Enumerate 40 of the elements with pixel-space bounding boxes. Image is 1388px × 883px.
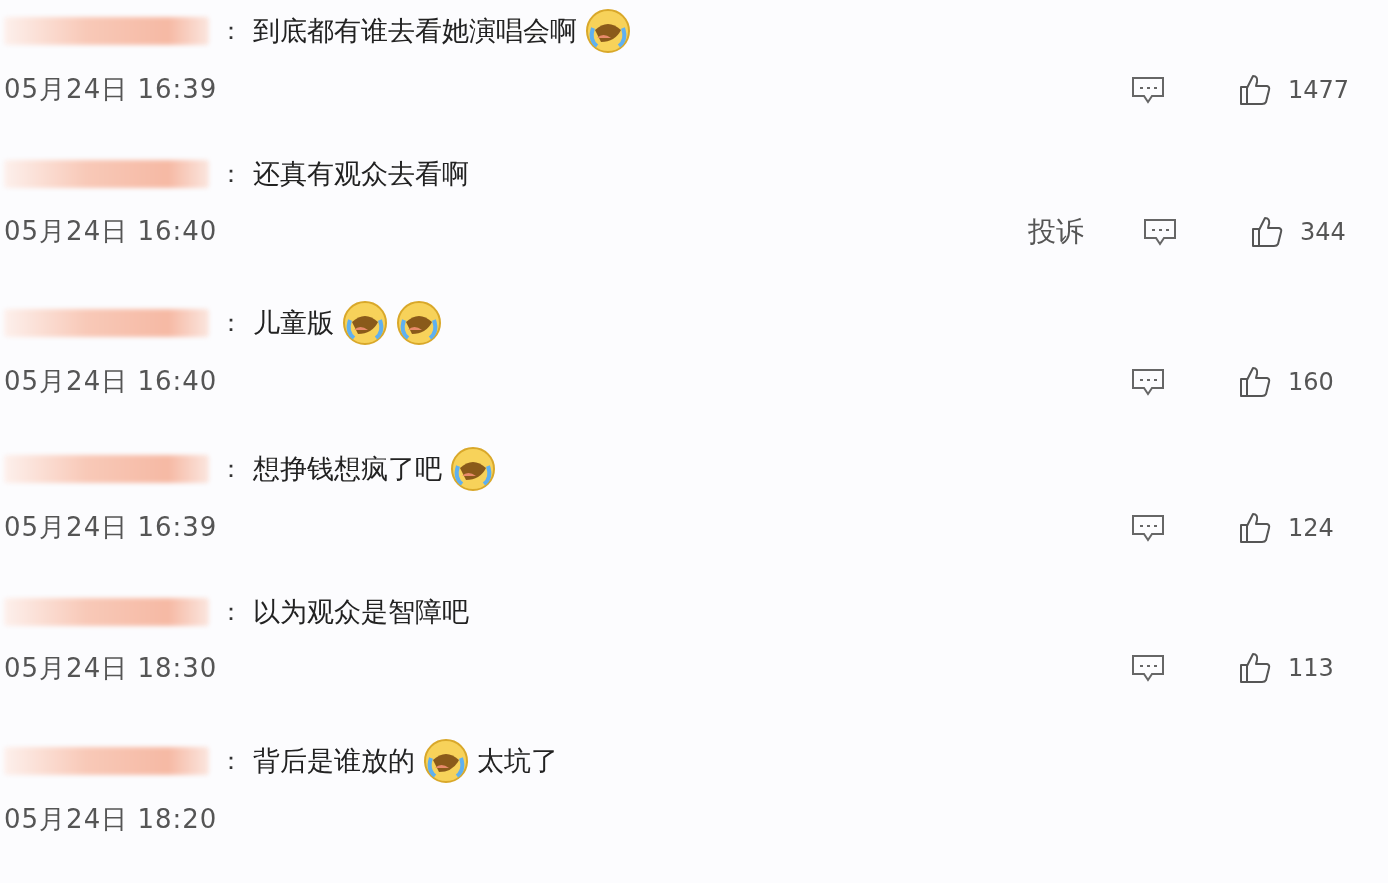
like-count: 113 — [1288, 653, 1335, 684]
comment-time: 05月24日 16:40 — [4, 215, 218, 248]
emoji-icon — [396, 300, 442, 346]
separator: ： — [219, 16, 243, 47]
separator: ： — [219, 308, 243, 339]
like-count: 1477 — [1288, 74, 1348, 106]
comment-time: 05月24日 18:20 — [4, 803, 218, 836]
comment-time: 05月24日 16:40 — [4, 365, 218, 398]
comment-time: 05月24日 16:39 — [4, 511, 218, 544]
separator: ： — [219, 746, 243, 777]
emoji-icon — [423, 738, 469, 784]
like-icon[interactable] — [1250, 214, 1284, 249]
comment-text: 背后是谁放的 — [253, 743, 415, 778]
comment-text: 想挣钱想疯了吧 — [253, 451, 442, 486]
reply-icon[interactable] — [1142, 216, 1178, 247]
reply-icon[interactable] — [1130, 512, 1166, 543]
emoji-icon — [342, 300, 388, 346]
comment-time: 05月24日 18:30 — [4, 651, 218, 685]
comment-text: 到底都有谁去看她演唱会啊 — [253, 13, 577, 48]
like-icon[interactable] — [1238, 72, 1272, 107]
separator: ： — [219, 454, 243, 485]
separator: ： — [219, 159, 243, 191]
report-link[interactable]: 投诉 — [1028, 210, 1084, 253]
reply-icon[interactable] — [1130, 74, 1166, 105]
like-icon[interactable] — [1238, 651, 1272, 685]
like-count: 344 — [1300, 216, 1347, 248]
like-count: 160 — [1288, 366, 1335, 398]
reply-icon[interactable] — [1130, 653, 1166, 683]
comment-text: 以为观众是智障吧 — [253, 595, 469, 629]
like-count: 124 — [1288, 512, 1335, 544]
comment-time: 05月24日 16:39 — [4, 73, 218, 106]
emoji-icon — [585, 8, 631, 54]
reply-icon[interactable] — [1130, 366, 1166, 397]
comment-text: 儿童版 — [253, 305, 334, 340]
emoji-icon — [450, 446, 496, 492]
like-icon[interactable] — [1238, 364, 1272, 399]
comment-text: 还真有观众去看啊 — [253, 157, 469, 191]
like-icon[interactable] — [1238, 510, 1272, 545]
comment-text: 太坑了 — [477, 743, 558, 778]
separator: ： — [219, 597, 243, 629]
